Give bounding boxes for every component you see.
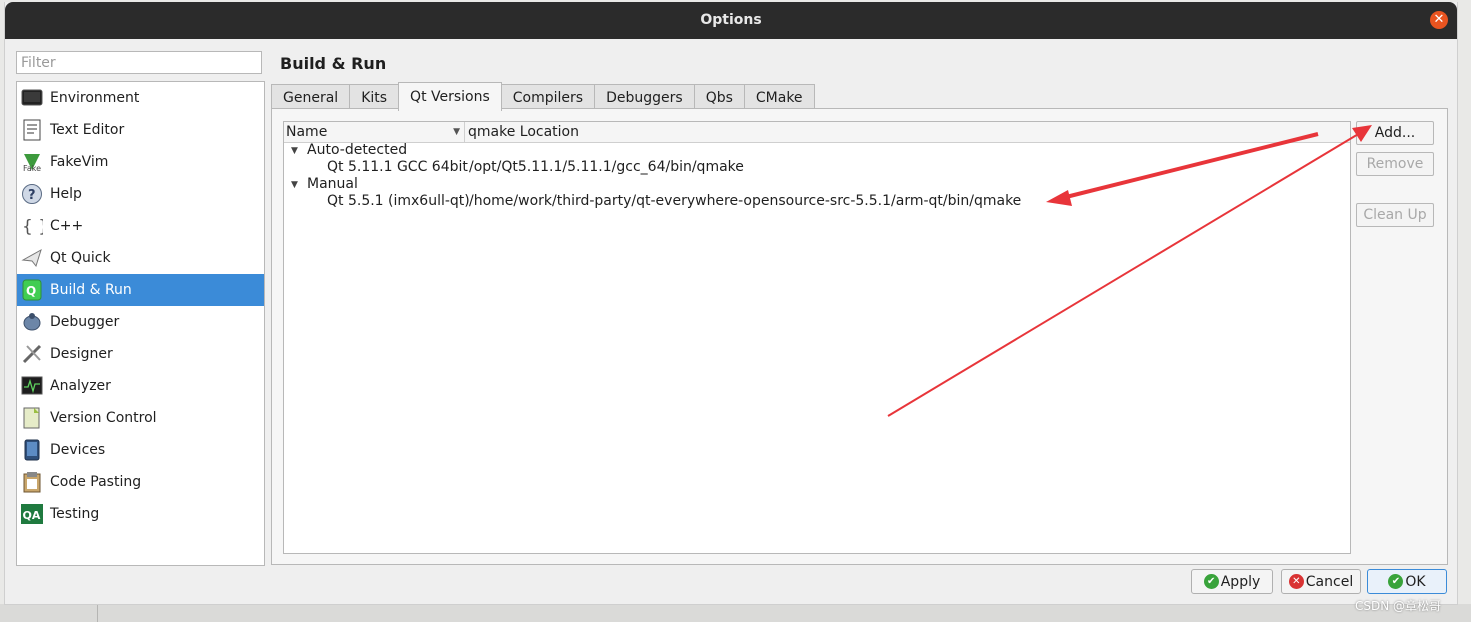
annotation-arrows <box>887 125 1372 417</box>
annotation-arrow-to-qmake-path <box>1057 132 1319 201</box>
annotation-arrowhead <box>1046 190 1072 206</box>
tab-qt-versions[interactable]: Qt Versions <box>398 82 502 111</box>
annotation-arrow-to-add-button <box>887 132 1361 417</box>
annotation-arrowhead <box>1352 125 1372 142</box>
watermark: CSDN @章松哥 <box>1355 599 1442 613</box>
